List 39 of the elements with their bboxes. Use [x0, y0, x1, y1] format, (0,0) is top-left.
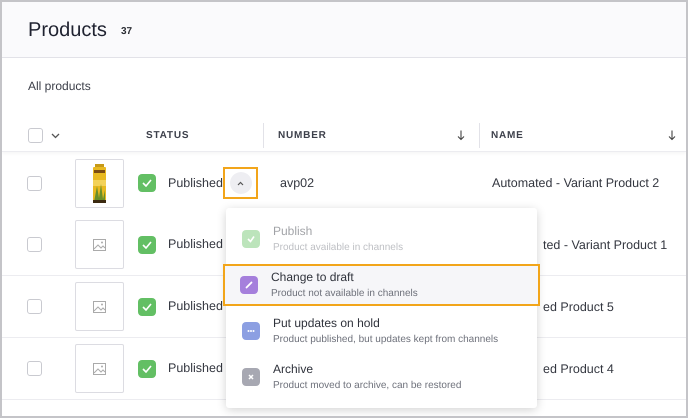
check-status-icon: [138, 298, 156, 316]
status-label: Published: [168, 360, 220, 378]
sort-arrow-icon[interactable]: [668, 130, 676, 141]
archive-status-icon: [242, 368, 260, 386]
product-count: 37: [120, 25, 132, 39]
column-header[interactable]: NUMBER: [278, 128, 327, 143]
image-icon: [93, 362, 106, 374]
hold-status-icon: [242, 322, 260, 340]
view-label[interactable]: All products: [28, 79, 91, 93]
image-icon: [93, 238, 106, 250]
chevron-up-icon: [237, 180, 244, 186]
product-name: ed Product 4: [543, 362, 614, 376]
product-name: Automated - Variant Product 2: [492, 176, 660, 190]
check-status-icon: [138, 174, 156, 192]
sort-arrow-icon[interactable]: [457, 130, 465, 141]
column-header[interactable]: NAME: [491, 128, 524, 143]
column-header[interactable]: STATUS: [146, 128, 190, 143]
row-checkbox[interactable]: [27, 176, 42, 190]
chevron-down-icon[interactable]: [51, 132, 60, 138]
draft-status-icon: [240, 276, 258, 294]
row-checkbox[interactable]: [27, 237, 42, 252]
status-menu-item[interactable]: Change to draft Product not available in channels: [223, 264, 540, 306]
status-menu-item[interactable]: Put updates on hold Product published, but updates kept from channels: [226, 310, 537, 352]
status-menu-item[interactable]: Archive Product moved to archive, can be restored: [226, 356, 537, 398]
status-label: Published: [168, 298, 220, 316]
product-name: ted - Variant Product 1: [543, 238, 668, 252]
status-toggle-button[interactable]: [223, 167, 258, 199]
select-all-checkbox[interactable]: [28, 128, 43, 143]
check-status-icon: [138, 360, 156, 378]
product-number: avp02: [280, 176, 314, 190]
status-label: Published: [168, 236, 220, 254]
product-name: ed Product 5: [543, 300, 614, 314]
check-status-icon: [138, 236, 156, 254]
page-title: Products: [28, 18, 107, 42]
row-checkbox[interactable]: [27, 361, 42, 376]
publish-status-icon: [242, 230, 260, 248]
row-checkbox[interactable]: [27, 299, 42, 314]
status-label: Published: [168, 174, 220, 192]
image-icon: [93, 300, 106, 312]
